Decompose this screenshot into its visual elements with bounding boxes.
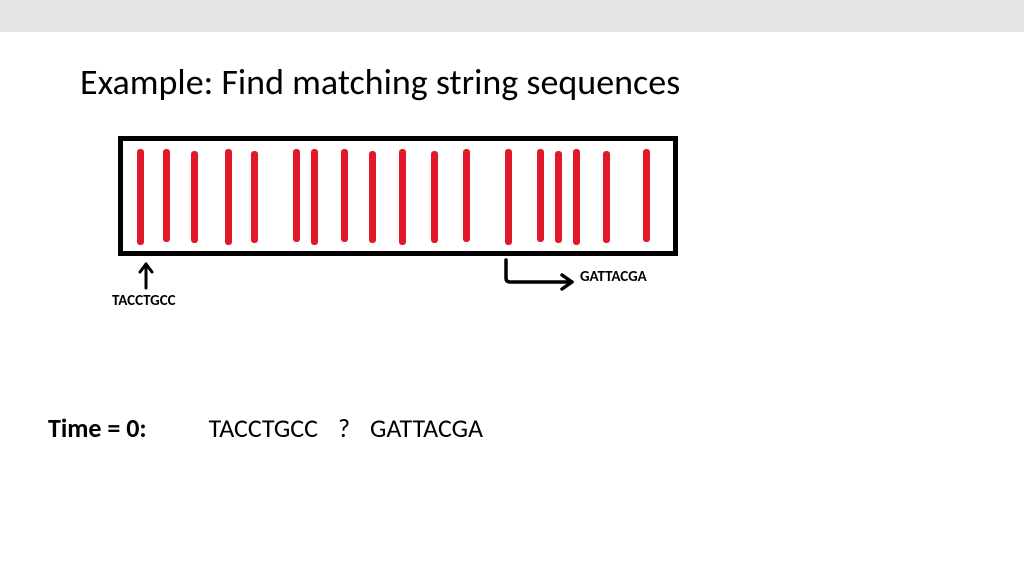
arrow-right-icon: [500, 258, 580, 292]
arrow-up-icon: [134, 258, 158, 290]
pointer-label-1: TACCTGCC: [112, 292, 176, 310]
time-label: Time = 0:: [48, 412, 147, 444]
barcode-bar: [555, 151, 562, 243]
barcode-bar: [603, 151, 610, 243]
barcode-bar: [191, 151, 198, 243]
barcode-bar: [463, 149, 470, 242]
pointer-label-2: GATTACGA: [580, 268, 647, 286]
barcode-bar: [341, 149, 348, 242]
barcode-bar: [431, 151, 438, 243]
header-bar: [0, 0, 1024, 32]
barcode-bar: [573, 149, 580, 245]
barcode-bar: [537, 149, 544, 242]
barcode-bar: [163, 149, 170, 242]
slide-title: Example: Find matching string sequences: [80, 60, 680, 104]
time-row: Time = 0: TACCTGCC? GATTACGA: [48, 412, 483, 444]
barcode-bar: [505, 149, 512, 245]
barcode-box: [118, 136, 678, 256]
sequence-2: GATTACGA: [370, 412, 483, 444]
barcode-bar: [293, 149, 300, 242]
barcode-bar: [251, 151, 258, 243]
slide-canvas: Example: Find matching string sequences …: [0, 32, 1024, 576]
barcode-bar: [399, 149, 406, 245]
barcode-bar: [225, 149, 232, 245]
barcode-bar: [137, 149, 144, 245]
sequence-1: TACCTGCC: [209, 412, 318, 444]
barcode-bar: [369, 151, 376, 243]
question-mark: ?: [338, 412, 350, 444]
barcode-bar: [643, 149, 650, 242]
barcode-bar: [311, 149, 318, 245]
